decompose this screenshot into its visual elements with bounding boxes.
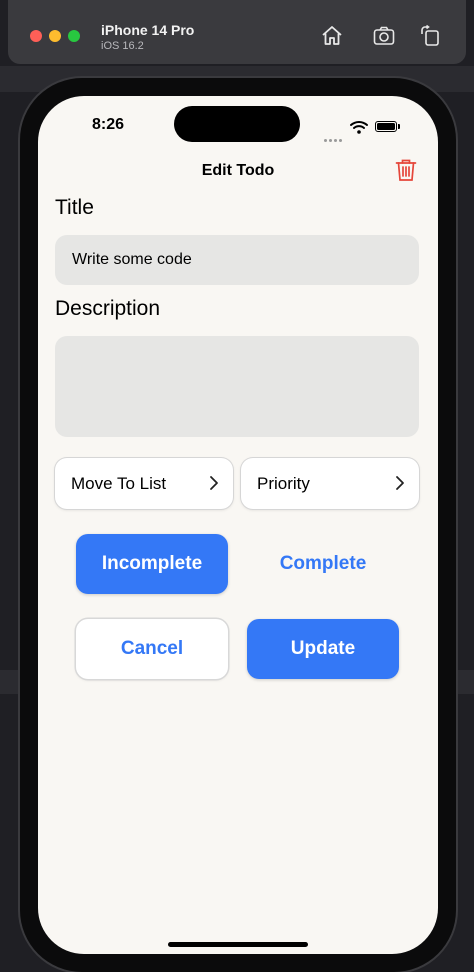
os-version: iOS 16.2 — [101, 40, 144, 52]
move-to-list-button[interactable]: Move To List — [55, 458, 233, 509]
update-button[interactable]: Update — [247, 619, 399, 679]
title-field[interactable]: Write some code — [55, 235, 419, 285]
app-screen: 8:26 Edit Todo Title Write some code Des… — [38, 96, 438, 954]
battery-icon — [375, 121, 397, 132]
wifi-icon — [350, 121, 368, 134]
cancel-button[interactable]: Cancel — [76, 619, 228, 679]
home-icon[interactable] — [320, 24, 344, 48]
description-field[interactable] — [55, 336, 419, 437]
priority-button[interactable]: Priority — [241, 458, 419, 509]
trash-icon[interactable] — [395, 158, 417, 182]
chevron-right-icon — [210, 476, 218, 490]
close-window-button[interactable] — [30, 30, 42, 42]
home-indicator[interactable] — [168, 942, 308, 947]
incomplete-button[interactable]: Incomplete — [76, 534, 228, 594]
battery-cap — [398, 124, 400, 129]
cellular-icon — [324, 129, 344, 147]
complete-button[interactable]: Complete — [247, 534, 399, 594]
device-name: iPhone 14 Pro — [101, 22, 195, 38]
dynamic-island — [174, 106, 300, 142]
title-label: Title — [55, 196, 94, 219]
nav-title: Edit Todo — [201, 162, 275, 179]
chevron-right-icon — [396, 476, 404, 490]
priority-label: Priority — [257, 473, 310, 493]
screenshot-icon[interactable] — [372, 24, 396, 48]
status-time: 8:26 — [92, 116, 125, 133]
description-label: Description — [55, 297, 161, 320]
minimize-window-button[interactable] — [49, 30, 61, 42]
move-to-list-label: Move To List — [71, 473, 167, 493]
rotate-icon[interactable] — [418, 24, 442, 48]
iphone-frame: 8:26 Edit Todo Title Write some code Des… — [20, 78, 456, 972]
zoom-window-button[interactable] — [68, 30, 80, 42]
simulator-toolbar: iPhone 14 Pro iOS 16.2 — [8, 0, 466, 64]
